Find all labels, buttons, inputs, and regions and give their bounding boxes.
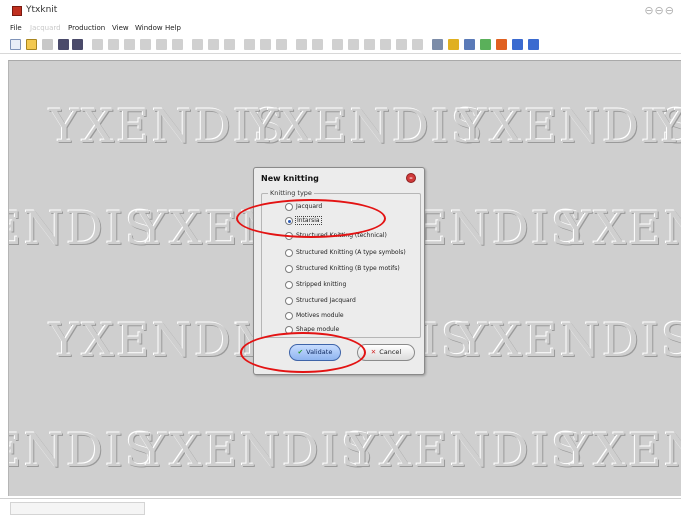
pattern-5-icon[interactable]	[396, 39, 407, 50]
table-icon[interactable]	[108, 39, 119, 50]
toolbar	[0, 36, 681, 54]
frame-icon[interactable]	[140, 39, 151, 50]
pattern-4-icon[interactable]	[380, 39, 391, 50]
menu-file[interactable]: File	[10, 24, 22, 32]
select-icon[interactable]	[260, 39, 271, 50]
window-title: Ytxknit	[26, 5, 58, 15]
arrow-down-icon[interactable]	[172, 39, 183, 50]
palette-icon[interactable]	[448, 39, 459, 50]
title-bar: Ytxknit ⊖⊖⊖	[0, 0, 681, 22]
dialog-title: New knitting	[261, 174, 319, 183]
binoculars-icon[interactable]	[58, 39, 69, 50]
shape-icon[interactable]	[276, 39, 287, 50]
x-icon: ✕	[370, 348, 377, 356]
open-folder-icon[interactable]	[26, 39, 37, 50]
window-icon[interactable]	[512, 39, 523, 50]
color-icon[interactable]	[496, 39, 507, 50]
radio-button[interactable]	[285, 281, 293, 289]
watermark-logo: YXENDIS	[137, 423, 375, 477]
cancel-label: Cancel	[379, 348, 402, 356]
menu-production[interactable]: Production	[68, 24, 105, 32]
radio-button[interactable]	[285, 265, 293, 273]
pipette-icon[interactable]	[432, 39, 443, 50]
grid-icon[interactable]	[92, 39, 103, 50]
radio-label: Motives module	[296, 312, 344, 319]
menu-view[interactable]: View	[112, 24, 129, 32]
layers-icon[interactable]	[480, 39, 491, 50]
radio-label: Structured Knitting (B type motifs)	[296, 265, 400, 272]
stitch-icon[interactable]	[192, 39, 203, 50]
menu-window[interactable]: Window	[135, 24, 163, 32]
watermark-logo: YXENDIS	[347, 423, 585, 477]
highlight-ellipse-validate	[240, 332, 366, 373]
pencil-icon[interactable]	[296, 39, 307, 50]
watermark-logo: YXENDIS	[457, 99, 681, 153]
radio-label: Structured Jacquard	[296, 297, 356, 304]
radio-button[interactable]	[285, 312, 293, 320]
menu-bar: File Jacquard Production View Window Hel…	[0, 22, 681, 36]
radio-button[interactable]	[285, 249, 293, 257]
split-view-icon[interactable]	[528, 39, 539, 50]
close-icon[interactable]: –	[406, 173, 416, 183]
window-controls[interactable]: ⊖⊖⊖	[644, 4, 675, 17]
radio-label: Structured Knitting (A type symbols)	[296, 249, 406, 256]
menu-jacquard[interactable]: Jacquard	[30, 24, 61, 32]
radio-label: Stripped knitting	[296, 281, 347, 288]
watermark-logo: YXENDIS	[561, 423, 681, 477]
repeat-icon[interactable]	[208, 39, 219, 50]
rotate-icon[interactable]	[124, 39, 135, 50]
crop-icon[interactable]	[244, 39, 255, 50]
status-bar	[0, 498, 681, 516]
pattern-3-icon[interactable]	[364, 39, 375, 50]
pin-icon[interactable]	[312, 39, 323, 50]
watermark-logo: YXENDIS	[457, 313, 681, 367]
watermark-logo: YXENDIS	[9, 201, 159, 255]
menu-help[interactable]: Help	[165, 24, 181, 32]
watermark-logo: YXENDIS	[247, 99, 485, 153]
symbol-icon[interactable]	[224, 39, 235, 50]
pattern-2-icon[interactable]	[348, 39, 359, 50]
watermark-logo: YXENDIS	[561, 201, 681, 255]
save-icon[interactable]	[42, 39, 53, 50]
highlight-ellipse-intarsia	[236, 199, 386, 238]
group-label: Knitting type	[268, 189, 314, 197]
pattern-1-icon[interactable]	[332, 39, 343, 50]
chart-icon[interactable]	[464, 39, 475, 50]
find-next-icon[interactable]	[72, 39, 83, 50]
arrow-icon[interactable]	[156, 39, 167, 50]
pattern-6-icon[interactable]	[412, 39, 423, 50]
status-cell	[10, 502, 145, 515]
watermark-logo: YXENDIS	[654, 99, 681, 153]
radio-button[interactable]	[285, 297, 293, 305]
watermark-logo: YXENDIS	[9, 423, 159, 477]
app-logo-icon	[12, 6, 22, 16]
new-file-icon[interactable]	[10, 39, 21, 50]
